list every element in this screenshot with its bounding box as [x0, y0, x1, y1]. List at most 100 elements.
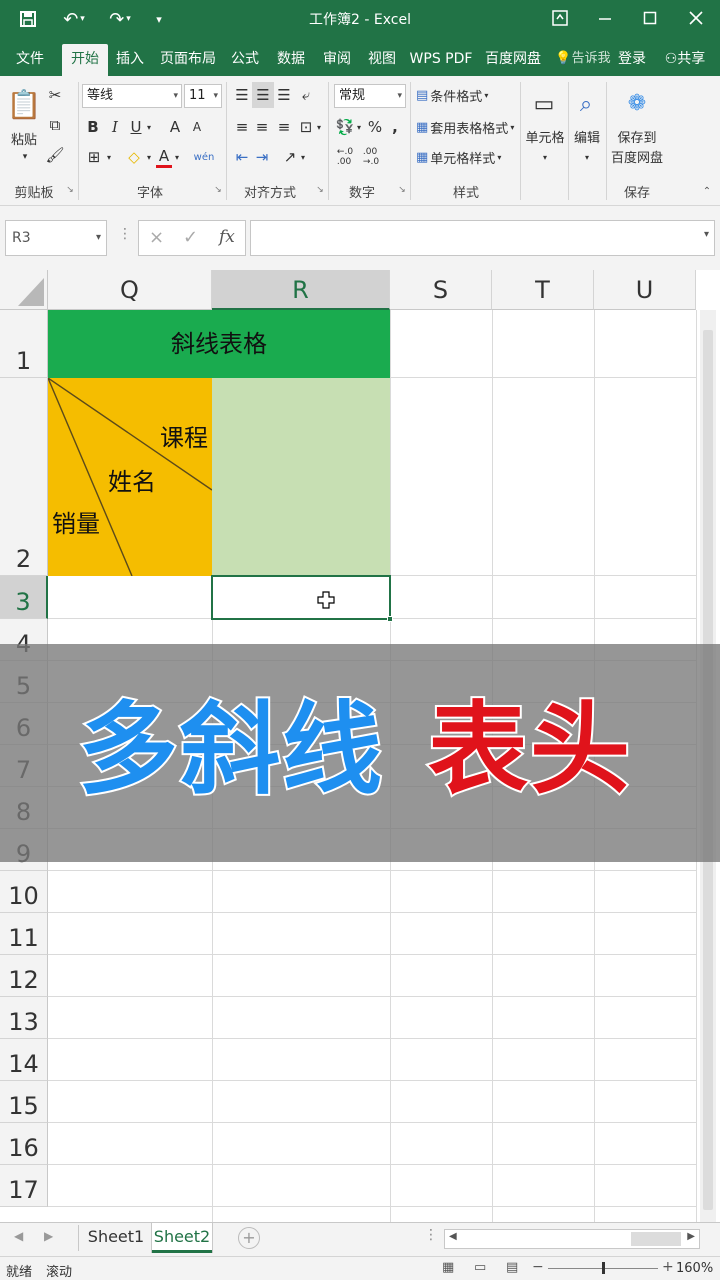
- font-color-button[interactable]: A: [156, 146, 172, 168]
- decrease-indent-icon[interactable]: ⇤: [232, 146, 252, 168]
- merge-center-icon[interactable]: ⊡: [296, 116, 316, 138]
- row-header-10[interactable]: 10: [0, 871, 48, 913]
- tab-baidu-netdisk[interactable]: 百度网盘: [482, 44, 544, 76]
- bold-button[interactable]: B: [84, 116, 102, 138]
- tab-insert[interactable]: 插入: [110, 44, 150, 76]
- sheet-tab-sheet2[interactable]: Sheet2: [152, 1223, 212, 1253]
- font-name-select[interactable]: 等线 ▾: [82, 84, 182, 108]
- prev-sheet-icon[interactable]: ◀: [14, 1229, 23, 1243]
- maximize-icon[interactable]: [630, 4, 670, 32]
- row-header-1[interactable]: 1: [0, 310, 48, 378]
- conditional-format-button[interactable]: ▤ 条件格式 ▾: [416, 84, 488, 106]
- copy-icon[interactable]: ⧉: [44, 114, 66, 136]
- cancel-icon[interactable]: ×: [149, 227, 164, 248]
- row-header-12[interactable]: 12: [0, 955, 48, 997]
- baidu-netdisk-icon[interactable]: ❁: [622, 86, 652, 120]
- chevron-down-icon[interactable]: ▾: [314, 116, 324, 138]
- paste-button[interactable]: 粘贴: [6, 132, 42, 150]
- row-header-11[interactable]: 11: [0, 913, 48, 955]
- decrease-decimal-icon[interactable]: .00 →.0: [360, 146, 382, 168]
- column-header-u[interactable]: U: [594, 270, 696, 310]
- dialog-launcher-icon[interactable]: ↘: [64, 184, 76, 196]
- insert-function-icon[interactable]: fx: [219, 227, 235, 247]
- sheet-tab-sheet1[interactable]: Sheet1: [86, 1223, 146, 1253]
- row-header-2[interactable]: 2: [0, 378, 48, 576]
- accounting-format-icon[interactable]: 💱: [334, 116, 356, 138]
- align-center-icon[interactable]: ≡: [252, 116, 272, 138]
- tab-formulas[interactable]: 公式: [226, 44, 264, 76]
- close-icon[interactable]: [676, 4, 716, 32]
- zoom-slider-thumb[interactable]: [602, 1262, 605, 1274]
- cells-icon[interactable]: ▭: [530, 86, 558, 122]
- add-sheet-icon[interactable]: +: [238, 1227, 260, 1249]
- column-header-t[interactable]: T: [492, 270, 594, 310]
- tab-data[interactable]: 数据: [272, 44, 310, 76]
- paste-icon[interactable]: 📋: [7, 84, 42, 124]
- name-box[interactable]: R3 ▾: [5, 220, 107, 256]
- chevron-down-icon[interactable]: ▾: [298, 146, 308, 168]
- tell-me-search[interactable]: 💡告诉我: [552, 44, 614, 76]
- formula-input[interactable]: ▾: [250, 220, 715, 256]
- cell-styles-button[interactable]: ▦ 单元格样式 ▾: [416, 146, 501, 168]
- format-painter-icon[interactable]: 🖌: [44, 144, 66, 166]
- dialog-launcher-icon[interactable]: ↘: [396, 184, 408, 196]
- next-sheet-icon[interactable]: ▶: [44, 1229, 53, 1243]
- align-left-icon[interactable]: ≡: [232, 116, 252, 138]
- chevron-down-icon[interactable]: ▾: [580, 150, 594, 164]
- normal-view-icon[interactable]: ▦: [442, 1260, 454, 1275]
- login-button[interactable]: 登录: [614, 44, 650, 76]
- save-to-baidu-line1[interactable]: 保存到: [608, 130, 666, 148]
- dialog-launcher-icon[interactable]: ↘: [212, 184, 224, 196]
- page-break-view-icon[interactable]: ▤: [506, 1260, 518, 1275]
- enter-icon[interactable]: ✓: [183, 227, 198, 248]
- fill-handle[interactable]: [387, 616, 393, 622]
- select-all-corner[interactable]: [0, 270, 48, 310]
- column-header-q[interactable]: Q: [48, 270, 212, 310]
- chevron-down-icon[interactable]: ▾: [144, 116, 154, 138]
- column-header-r[interactable]: R: [212, 270, 390, 310]
- row-header-13[interactable]: 13: [0, 997, 48, 1039]
- row-header-14[interactable]: 14: [0, 1039, 48, 1081]
- tab-view[interactable]: 视图: [364, 44, 400, 76]
- fill-color-icon[interactable]: ◇: [124, 146, 144, 168]
- chevron-down-icon[interactable]: ▾: [538, 150, 552, 164]
- border-icon[interactable]: ⊞: [84, 146, 104, 168]
- ribbon-display-icon[interactable]: [540, 4, 580, 32]
- align-top-icon[interactable]: ☰: [232, 84, 252, 106]
- share-button[interactable]: ⚇共享: [654, 44, 716, 76]
- data-cell-r2[interactable]: [212, 378, 390, 576]
- cells-button[interactable]: 单元格: [522, 130, 568, 148]
- row-header-17[interactable]: 17: [0, 1165, 48, 1207]
- align-right-icon[interactable]: ≡: [274, 116, 294, 138]
- zoom-in-icon[interactable]: +: [662, 1259, 674, 1275]
- scroll-left-icon[interactable]: ◀: [449, 1231, 457, 1242]
- scroll-right-icon[interactable]: ▶: [687, 1231, 695, 1242]
- chevron-down-icon[interactable]: ▾: [172, 146, 182, 168]
- zoom-slider[interactable]: [548, 1262, 658, 1274]
- chevron-down-icon[interactable]: ▾: [354, 116, 364, 138]
- selected-cell-r3[interactable]: [211, 575, 393, 622]
- scrollbar-thumb[interactable]: [631, 1232, 681, 1246]
- align-bottom-icon[interactable]: ☰: [274, 84, 294, 106]
- undo-icon[interactable]: ↶ ▾: [56, 6, 92, 32]
- number-format-select[interactable]: 常规 ▾: [334, 84, 406, 108]
- page-layout-view-icon[interactable]: ▭: [474, 1260, 486, 1275]
- search-icon[interactable]: ⌕: [572, 86, 600, 122]
- tab-review[interactable]: 审阅: [318, 44, 356, 76]
- increase-indent-icon[interactable]: ⇥: [252, 146, 272, 168]
- customize-icon[interactable]: ▾: [148, 6, 170, 32]
- tab-file[interactable]: 文件: [8, 44, 52, 76]
- percent-button[interactable]: %: [366, 116, 384, 138]
- tab-wps-pdf[interactable]: WPS PDF: [406, 44, 476, 76]
- collapse-ribbon-icon[interactable]: ⌃: [700, 184, 714, 198]
- tab-split-grip[interactable]: ⋮: [424, 1227, 438, 1243]
- save-icon[interactable]: [14, 6, 42, 32]
- shrink-font-button[interactable]: A: [188, 116, 206, 138]
- diagonal-header-cell[interactable]: 课程 姓名 销量: [48, 378, 212, 576]
- format-as-table-button[interactable]: ▦ 套用表格格式 ▾: [416, 116, 514, 138]
- italic-button[interactable]: I: [106, 116, 124, 138]
- font-size-select[interactable]: 11 ▾: [184, 84, 222, 108]
- dialog-launcher-icon[interactable]: ↘: [314, 184, 326, 196]
- title-cell[interactable]: 斜线表格: [48, 310, 390, 378]
- comma-button[interactable]: ,: [386, 116, 404, 138]
